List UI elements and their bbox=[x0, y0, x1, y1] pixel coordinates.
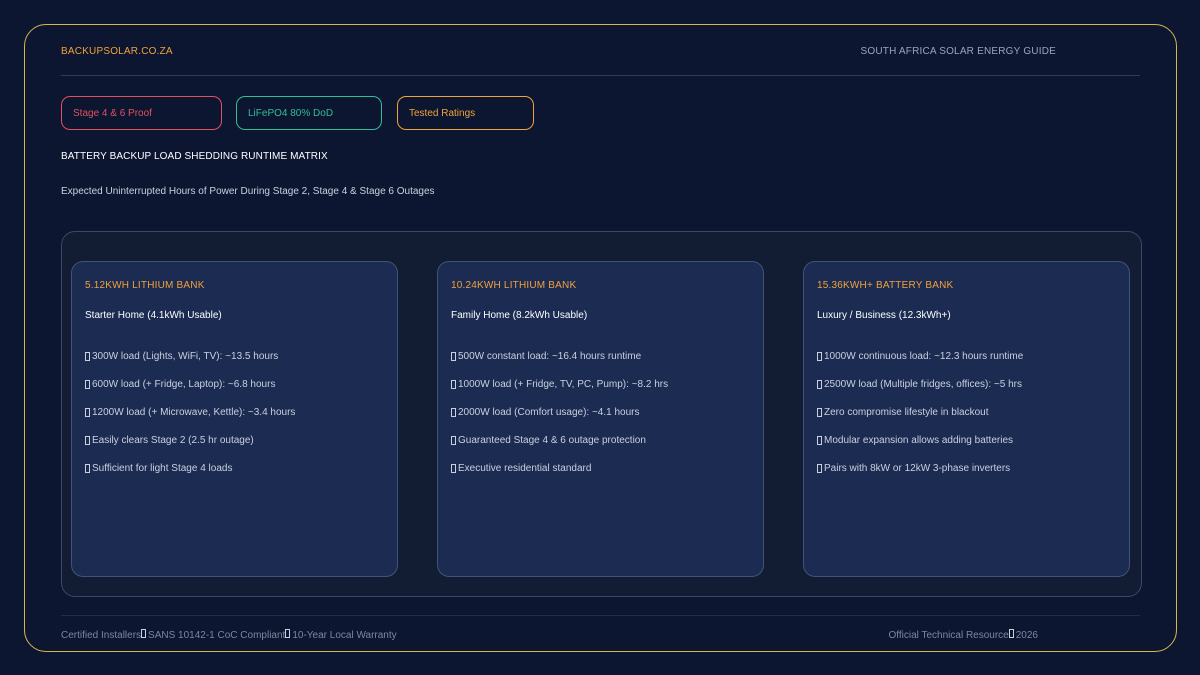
card-heading: 10.24KWH LITHIUM BANK bbox=[451, 280, 577, 291]
missing-glyph-icon bbox=[451, 380, 456, 389]
card-subheading: Starter Home (4.1kWh Usable) bbox=[85, 310, 222, 321]
list-item: Zero compromise lifestyle in blackout bbox=[817, 407, 1023, 435]
card-10kwh: 10.24KWH LITHIUM BANK Family Home (8.2kW… bbox=[437, 261, 764, 577]
card-15kwh: 15.36KWH+ BATTERY BANK Luxury / Business… bbox=[803, 261, 1130, 577]
card-heading: 15.36KWH+ BATTERY BANK bbox=[817, 280, 954, 291]
missing-glyph-icon bbox=[817, 464, 822, 473]
guide-label: SOUTH AFRICA SOLAR ENERGY GUIDE bbox=[860, 46, 1056, 57]
list-item: Sufficient for light Stage 4 loads bbox=[85, 463, 295, 491]
page-subtitle: Expected Uninterrupted Hours of Power Du… bbox=[61, 186, 435, 197]
list-item: 1200W load (+ Microwave, Kettle): ~3.4 h… bbox=[85, 407, 295, 435]
list-item: Executive residential standard bbox=[451, 463, 668, 491]
list-item: 2000W load (Comfort usage): ~4.1 hours bbox=[451, 407, 668, 435]
brand-link[interactable]: BACKUPSOLAR.CO.ZA bbox=[61, 46, 173, 57]
card-5kwh: 5.12KWH LITHIUM BANK Starter Home (4.1kW… bbox=[71, 261, 398, 577]
card-list: 500W constant load: ~16.4 hours runtime … bbox=[451, 351, 668, 491]
badge-tested-ratings: Tested Ratings bbox=[397, 96, 534, 130]
badge-stage-proof: Stage 4 & 6 Proof bbox=[61, 96, 222, 130]
list-item: Pairs with 8kW or 12kW 3-phase inverters bbox=[817, 463, 1023, 491]
card-heading: 5.12KWH LITHIUM BANK bbox=[85, 280, 205, 291]
missing-glyph-icon bbox=[85, 380, 90, 389]
badge-label: Tested Ratings bbox=[409, 107, 476, 119]
list-item: Modular expansion allows adding batterie… bbox=[817, 435, 1023, 463]
list-item: 2500W load (Multiple fridges, offices): … bbox=[817, 379, 1023, 407]
missing-glyph-icon bbox=[85, 352, 90, 361]
list-item: Guaranteed Stage 4 & 6 outage protection bbox=[451, 435, 668, 463]
footer-resource: Official Technical Resource 2026 bbox=[888, 629, 1038, 641]
header-divider bbox=[61, 75, 1140, 76]
list-item: 1000W load (+ Fridge, TV, PC, Pump): ~8.… bbox=[451, 379, 668, 407]
page-frame: BACKUPSOLAR.CO.ZA SOUTH AFRICA SOLAR ENE… bbox=[24, 24, 1177, 652]
missing-glyph-icon bbox=[451, 408, 456, 417]
badge-lifepo4: LiFePO4 80% DoD bbox=[236, 96, 382, 130]
list-item: Easily clears Stage 2 (2.5 hr outage) bbox=[85, 435, 295, 463]
footer-credentials: Certified Installers SANS 10142-1 CoC Com… bbox=[61, 629, 397, 641]
list-item: 1000W continuous load: ~12.3 hours runti… bbox=[817, 351, 1023, 379]
missing-glyph-icon bbox=[451, 464, 456, 473]
missing-glyph-icon bbox=[85, 408, 90, 417]
footer-divider bbox=[61, 615, 1140, 616]
card-list: 300W load (Lights, WiFi, TV): ~13.5 hour… bbox=[85, 351, 295, 491]
card-list: 1000W continuous load: ~12.3 hours runti… bbox=[817, 351, 1023, 491]
runtime-matrix: 5.12KWH LITHIUM BANK Starter Home (4.1kW… bbox=[61, 231, 1142, 597]
missing-glyph-icon bbox=[451, 436, 456, 445]
missing-glyph-icon bbox=[85, 436, 90, 445]
missing-glyph-icon bbox=[817, 380, 822, 389]
list-item: 500W constant load: ~16.4 hours runtime bbox=[451, 351, 668, 379]
missing-glyph-icon bbox=[817, 352, 822, 361]
missing-glyph-icon bbox=[285, 629, 291, 638]
badge-label: Stage 4 & 6 Proof bbox=[73, 107, 152, 119]
badge-label: LiFePO4 80% DoD bbox=[248, 107, 334, 119]
card-subheading: Luxury / Business (12.3kWh+) bbox=[817, 310, 951, 321]
list-item: 300W load (Lights, WiFi, TV): ~13.5 hour… bbox=[85, 351, 295, 379]
missing-glyph-icon bbox=[817, 436, 822, 445]
page-title: BATTERY BACKUP LOAD SHEDDING RUNTIME MAT… bbox=[61, 151, 328, 162]
missing-glyph-icon bbox=[1008, 629, 1014, 638]
missing-glyph-icon bbox=[817, 408, 822, 417]
card-subheading: Family Home (8.2kWh Usable) bbox=[451, 310, 588, 321]
missing-glyph-icon bbox=[141, 629, 147, 638]
missing-glyph-icon bbox=[85, 464, 90, 473]
missing-glyph-icon bbox=[451, 352, 456, 361]
list-item: 600W load (+ Fridge, Laptop): ~6.8 hours bbox=[85, 379, 295, 407]
